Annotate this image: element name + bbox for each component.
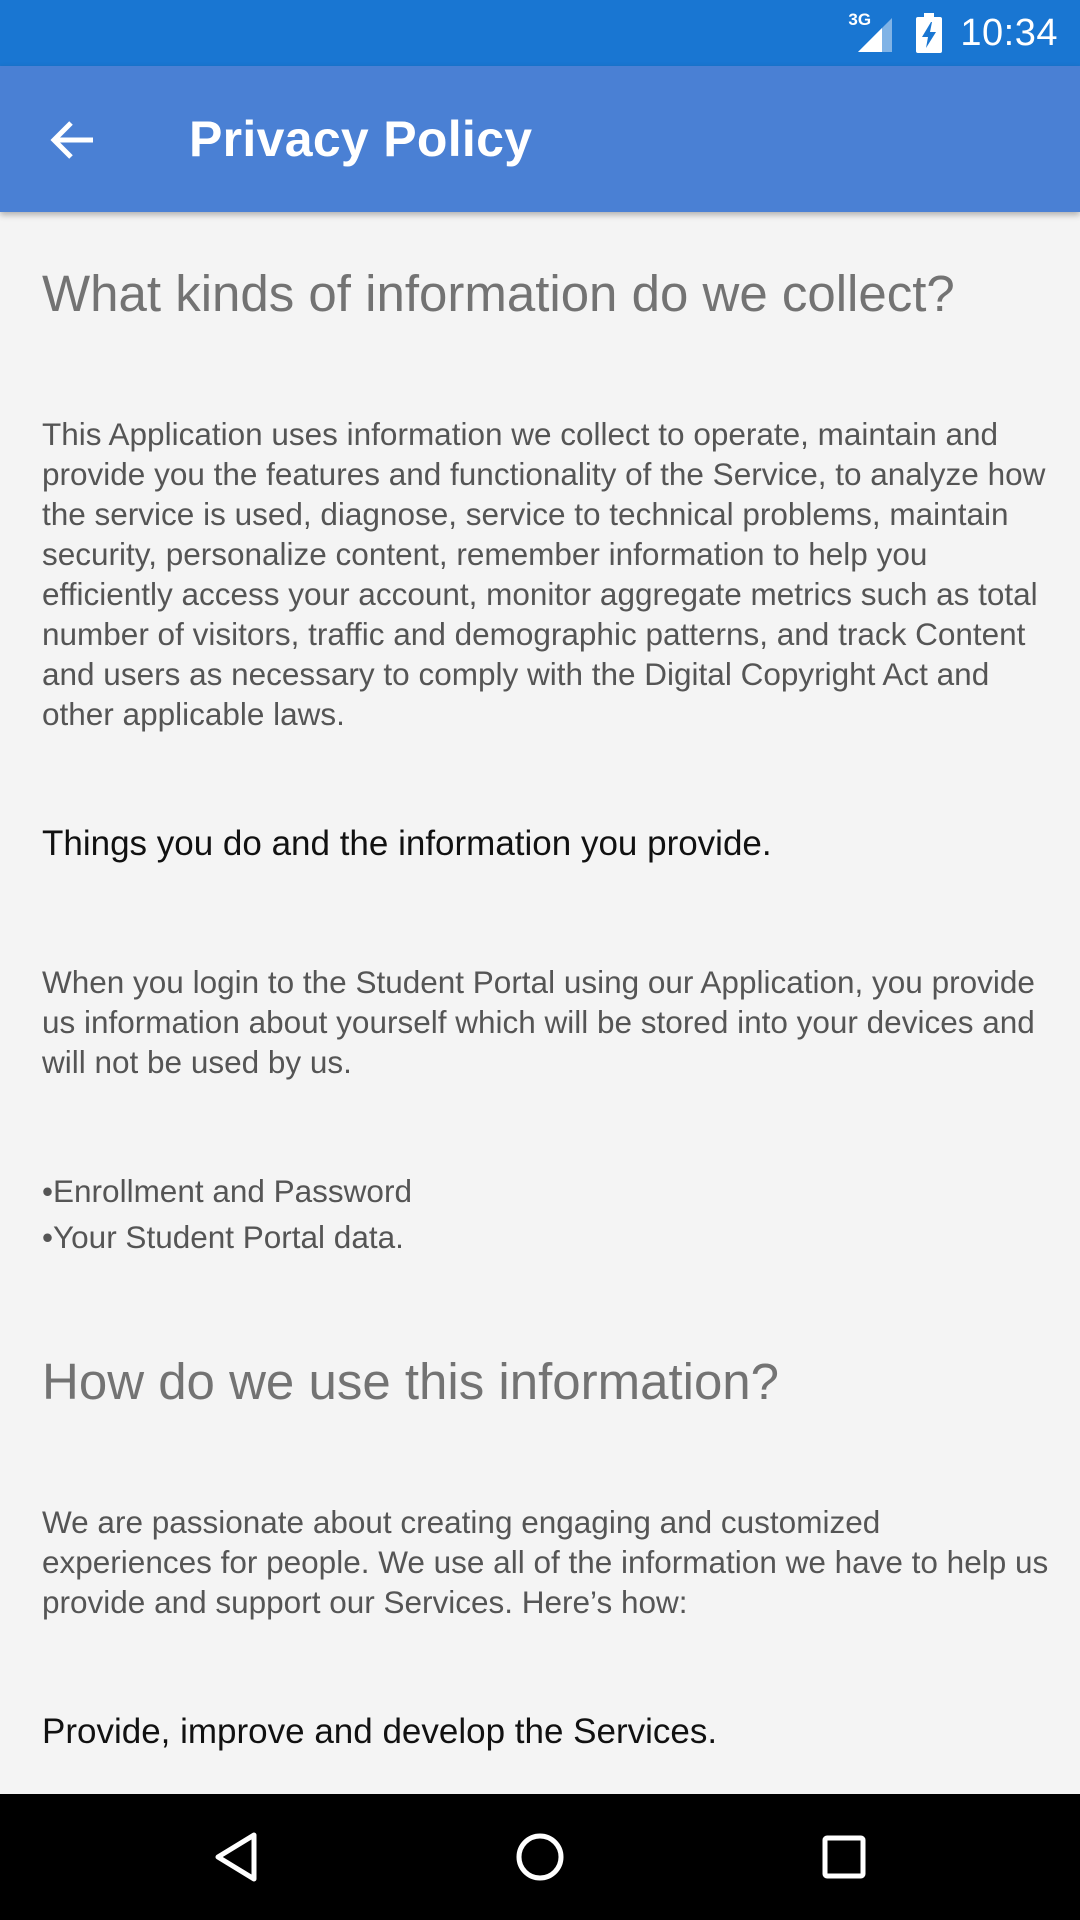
- system-navigation-bar: [0, 1794, 1080, 1920]
- page-title: Privacy Policy: [189, 111, 533, 167]
- paragraph-use: We are passionate about creating engagin…: [42, 1504, 1049, 1620]
- nav-recents-icon: [822, 1835, 866, 1879]
- nav-home-icon: [516, 1833, 564, 1881]
- cell-signal-icon: 3G: [848, 10, 898, 54]
- nav-back-button[interactable]: [206, 1827, 266, 1887]
- subheading-things-you-do: Things you do and the information you pr…: [42, 824, 772, 863]
- subheading-provide-services: Provide, improve and develop the Service…: [42, 1712, 718, 1751]
- nav-home-button[interactable]: [510, 1827, 570, 1887]
- section-heading-use: How do we use this information?: [42, 1353, 780, 1410]
- status-icons: 3G 10:34: [848, 0, 1058, 66]
- nav-recents-button[interactable]: [814, 1827, 874, 1887]
- nav-back-icon: [215, 1832, 257, 1882]
- arrow-back-icon: [50, 121, 93, 159]
- data-bullet-list: Enrollment and Password Your Student Por…: [42, 1168, 412, 1260]
- bullet-item: Enrollment and Password: [42, 1168, 412, 1214]
- privacy-policy-content[interactable]: What kinds of information do we collect?…: [0, 212, 1080, 1794]
- app-bar: Privacy Policy: [0, 66, 1080, 212]
- back-button[interactable]: [30, 102, 114, 178]
- battery-charging-icon: [916, 13, 943, 53]
- paragraph-collect: This Application uses information we col…: [42, 416, 1046, 732]
- status-bar: 3G 10:34: [0, 0, 1080, 66]
- bullet-item: Your Student Portal data.: [42, 1214, 412, 1260]
- status-clock: 10:34: [960, 11, 1058, 54]
- section-heading-collect: What kinds of information do we collect?: [42, 265, 955, 322]
- paragraph-login: When you login to the Student Portal usi…: [42, 964, 1035, 1080]
